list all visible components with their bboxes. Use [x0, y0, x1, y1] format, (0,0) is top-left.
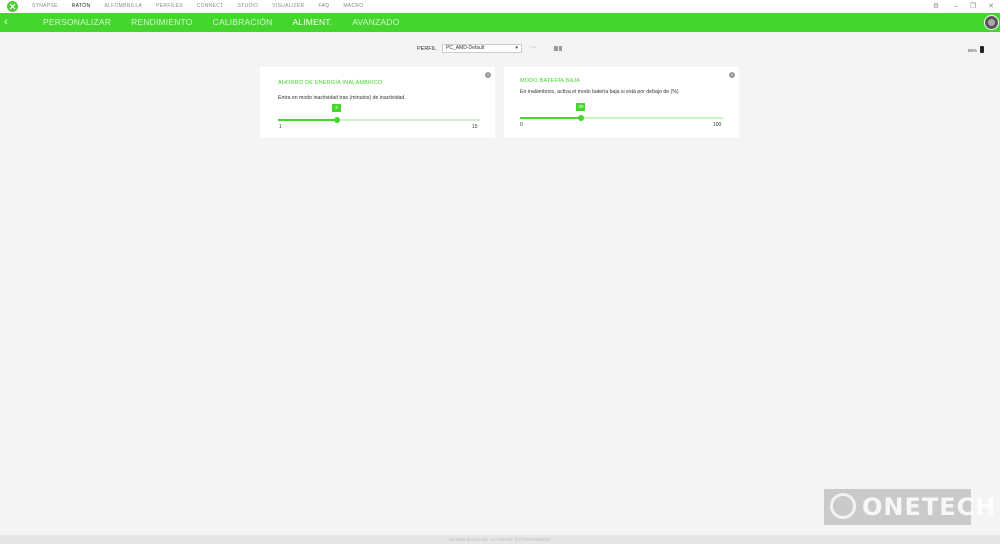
topnav-item-studio[interactable]: STUDIO	[238, 0, 259, 13]
device-image	[988, 19, 995, 26]
energy-slider-max: 15	[472, 124, 478, 130]
energy-saving-card: AHORRO DE ENERGÍA INALÁMBRICO ? Entra en…	[260, 67, 495, 138]
low-battery-slider-fill	[520, 117, 581, 119]
topnav-item-connect[interactable]: CONNECT	[197, 0, 224, 13]
profile-value: PC_AMD-Default	[446, 45, 485, 51]
info-icon[interactable]: ?	[729, 72, 735, 78]
onetech-watermark: ONETECH	[824, 489, 995, 525]
top-bar: SYNAPSE RATÓN ALFOMBRILLA PERFILES CONNE…	[0, 0, 1000, 14]
device-avatar[interactable]	[984, 15, 999, 30]
low-battery-card: MODO BATERÍA BAJA ? En inalámbrico, acti…	[504, 67, 739, 138]
topnav-item-alfombrilla[interactable]: ALFOMBRILLA	[104, 0, 142, 13]
profile-label: PERFIL	[417, 46, 437, 52]
energy-slider-thumb[interactable]	[333, 117, 340, 123]
low-battery-slider-max: 100	[713, 122, 722, 128]
tab-calibracion[interactable]: CALIBRACIÓN	[213, 13, 273, 32]
status-bar: RAZER BASILISK ULTIMATE (HYPERSPEED)	[0, 535, 1000, 544]
topnav-item-raton[interactable]: RATÓN	[72, 0, 91, 13]
device-name: RAZER BASILISK ULTIMATE (HYPERSPEED)	[449, 537, 551, 542]
energy-saving-title: AHORRO DE ENERGÍA INALÁMBRICO	[278, 80, 383, 86]
tabs: PERSONALIZAR RENDIMIENTO CALIBRACIÓN ALI…	[43, 13, 419, 32]
maximize-icon[interactable]: ❐	[968, 0, 978, 13]
minimize-icon[interactable]: –	[951, 0, 961, 13]
energy-slider-fill	[278, 119, 337, 121]
settings-icon[interactable]: ⚙	[931, 0, 941, 13]
low-battery-slider-thumb[interactable]	[577, 115, 584, 121]
back-arrow-icon[interactable]: ‹	[4, 16, 8, 29]
tab-aliment[interactable]: ALIMENT.	[292, 13, 332, 32]
watermark-text: ONETECH	[862, 493, 997, 521]
tab-bar: ‹ PERSONALIZAR RENDIMIENTO CALIBRACIÓN A…	[0, 13, 1000, 32]
close-icon[interactable]: ✕	[986, 0, 996, 13]
energy-slider-value: 5	[332, 104, 342, 112]
low-battery-title: MODO BATERÍA BAJA	[520, 78, 581, 84]
onetech-logo-icon	[830, 493, 856, 519]
chevron-down-icon: ▾	[515, 45, 518, 51]
energy-slider-min: 1	[279, 124, 282, 130]
more-options-icon[interactable]: ···	[530, 44, 537, 52]
info-icon[interactable]: ?	[485, 72, 491, 78]
tab-avanzado[interactable]: AVANZADO	[352, 13, 399, 32]
topnav-item-macro[interactable]: MACRO	[343, 0, 363, 13]
low-battery-slider-value: 30	[576, 103, 586, 111]
low-battery-description: En inalámbrico, activa el modo batería b…	[520, 89, 679, 95]
energy-saving-description: Entra en modo inactividad tras (minutos)…	[278, 95, 406, 101]
tab-personalizar[interactable]: PERSONALIZAR	[43, 13, 111, 32]
profile-dropdown[interactable]: PC_AMD-Default ▾	[442, 44, 522, 53]
top-nav: SYNAPSE RATÓN ALFOMBRILLA PERFILES CONNE…	[32, 0, 377, 13]
battery-icon	[980, 46, 984, 53]
low-battery-slider-min: 0	[520, 122, 523, 128]
topnav-item-visualizer[interactable]: VISUALIZER	[272, 0, 304, 13]
battery-percent: 86%	[968, 48, 978, 53]
topnav-item-synapse[interactable]: SYNAPSE	[32, 0, 58, 13]
razer-logo-icon[interactable]	[7, 1, 18, 12]
topnav-item-perfiles[interactable]: PERFILES	[156, 0, 183, 13]
low-battery-slider-track[interactable]: 30	[520, 103, 723, 121]
energy-slider-track[interactable]: 5	[278, 104, 480, 123]
layout-toggle-icon[interactable]	[554, 46, 562, 51]
tab-rendimiento[interactable]: RENDIMIENTO	[131, 13, 193, 32]
topnav-item-faq[interactable]: FAQ	[318, 0, 329, 13]
